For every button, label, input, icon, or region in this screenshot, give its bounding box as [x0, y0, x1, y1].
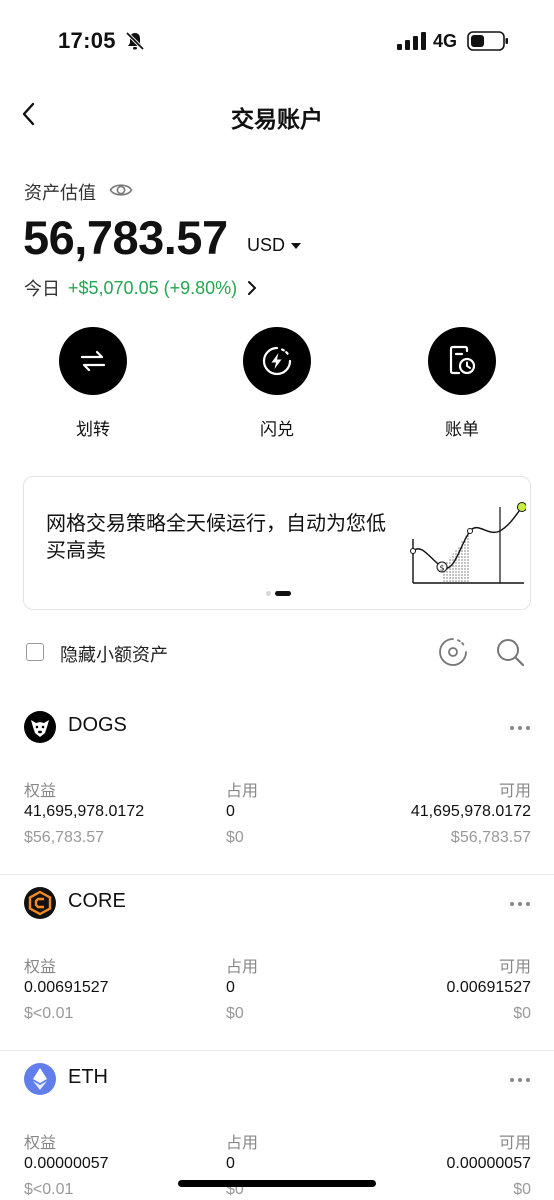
- available-usd: $56,783.57: [450, 829, 531, 846]
- page-title: 交易账户: [231, 106, 323, 132]
- available-value: 41,695,978.0172: [410, 803, 531, 820]
- occupied-label: 占用: [226, 1135, 259, 1152]
- banner-text: 网格交易策略全天候运行，自动为您低买高卖: [46, 513, 386, 562]
- available-label: 可用: [498, 959, 531, 976]
- grid-trading-chart-icon: $: [410, 502, 526, 584]
- occupied-label: 占用: [226, 959, 259, 976]
- flash-convert-label: 闪兑: [260, 420, 294, 439]
- pagination-dot-active: [275, 591, 291, 596]
- occupied-value: 0: [226, 979, 235, 996]
- equity-value: 0.00691527: [24, 979, 109, 996]
- status-bar: 17:05 4G: [0, 0, 554, 86]
- occupied-usd: $0: [226, 829, 244, 846]
- network-type: 4G: [433, 31, 458, 51]
- bill-label: 账单: [445, 420, 479, 439]
- equity-label: 权益: [24, 1135, 57, 1152]
- equity-label: 权益: [24, 959, 57, 976]
- flash-convert-icon: [243, 327, 311, 395]
- coin-name: ETH: [68, 1066, 108, 1088]
- available-value: 0.00000057: [446, 1155, 531, 1172]
- asset-valuation-label: 资产估值: [24, 183, 96, 203]
- equity-usd: $<0.01: [24, 1181, 74, 1198]
- transfer-icon: [59, 327, 127, 395]
- asset-total-value: 56,783.57: [23, 211, 228, 264]
- transfer-button[interactable]: 划转: [43, 327, 143, 440]
- flash-convert-button[interactable]: 闪兑: [227, 327, 327, 440]
- hide-small-assets-label[interactable]: 隐藏小额资产: [60, 641, 168, 667]
- asset-card-eth[interactable]: ETH 权益 占用 可用 0.00000057 0 0.00000057 $<0…: [0, 1051, 554, 1200]
- occupied-value: 0: [226, 803, 235, 820]
- asset-card-core[interactable]: CORE 权益 占用 可用 0.00691527 0 0.00691527 $<…: [0, 875, 554, 1051]
- pagination-dot: [266, 591, 271, 596]
- currency-selector[interactable]: USD: [247, 235, 285, 256]
- core-coin-icon: [24, 887, 56, 919]
- home-indicator[interactable]: [178, 1180, 376, 1187]
- today-pnl-row[interactable]: 今日 +$5,070.05 (+9.80%): [24, 275, 257, 301]
- asset-analysis-icon[interactable]: [437, 636, 469, 668]
- bell-muted-icon: [125, 31, 145, 51]
- svg-text:$: $: [440, 564, 445, 573]
- equity-value: 0.00000057: [24, 1155, 109, 1172]
- chevron-right-icon: [248, 281, 257, 295]
- available-value: 0.00691527: [446, 979, 531, 996]
- equity-usd: $<0.01: [24, 1005, 74, 1022]
- transfer-label: 划转: [76, 420, 110, 439]
- eth-coin-icon: [24, 1063, 56, 1095]
- coin-name: CORE: [68, 890, 126, 912]
- eye-icon[interactable]: [109, 180, 133, 200]
- status-time: 17:05: [58, 28, 116, 53]
- grid-trading-banner[interactable]: 网格交易策略全天候运行，自动为您低买高卖 $: [23, 476, 531, 610]
- equity-usd: $56,783.57: [24, 829, 105, 846]
- equity-label: 权益: [24, 783, 57, 800]
- hide-small-assets-checkbox[interactable]: [26, 643, 44, 661]
- occupied-label: 占用: [226, 783, 259, 800]
- occupied-value: 0: [226, 1155, 235, 1172]
- equity-value: 41,695,978.0172: [24, 803, 145, 820]
- more-options-icon[interactable]: [509, 1077, 531, 1083]
- signal-icon: [397, 32, 426, 50]
- available-label: 可用: [498, 1135, 531, 1152]
- dogs-coin-icon: [24, 711, 56, 743]
- bill-button[interactable]: 账单: [412, 327, 512, 440]
- more-options-icon[interactable]: [509, 901, 531, 907]
- coin-name: DOGS: [68, 714, 127, 736]
- banner-pagination: [266, 591, 291, 596]
- caret-down-icon[interactable]: [291, 243, 301, 249]
- available-label: 可用: [498, 783, 531, 800]
- asset-card-dogs[interactable]: DOGS 权益 占用 可用 41,695,978.0172 0 41,695,9…: [0, 699, 554, 875]
- search-icon[interactable]: [494, 636, 526, 668]
- battery-icon: [467, 31, 508, 51]
- today-change: +$5,070.05 (+9.80%): [68, 277, 238, 298]
- available-usd: $0: [513, 1005, 531, 1022]
- more-options-icon[interactable]: [509, 725, 531, 731]
- occupied-usd: $0: [226, 1005, 244, 1022]
- available-usd: $0: [513, 1181, 531, 1198]
- bill-icon: [428, 327, 496, 395]
- today-label: 今日: [24, 279, 60, 299]
